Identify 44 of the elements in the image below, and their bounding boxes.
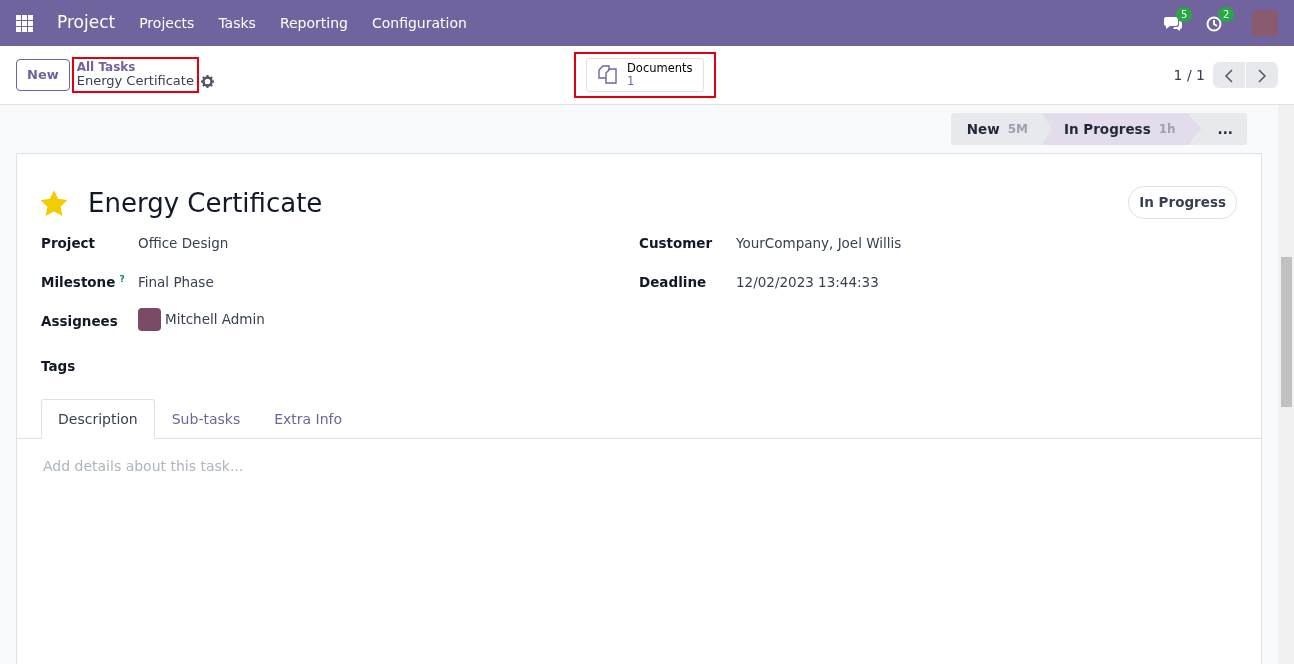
chevron-left-icon: [1225, 68, 1233, 83]
menu-item[interactable]: Reporting: [279, 12, 348, 34]
new-button[interactable]: New: [16, 59, 70, 91]
field-value: Mitchell Admin: [165, 310, 265, 330]
field-label: Tags: [41, 358, 76, 374]
documents-icon: [597, 65, 619, 85]
scrollbar-thumb[interactable]: [1280, 257, 1292, 407]
field-label: Assignees: [41, 313, 118, 329]
status-stage[interactable]: New 5M: [950, 113, 1042, 145]
breadcrumb-current: Energy Certificate: [76, 74, 194, 90]
help-tooltip[interactable]: ?: [119, 273, 125, 284]
field-label: Customer: [639, 235, 713, 251]
menu-item[interactable]: Tasks: [218, 12, 256, 34]
status-stage[interactable]: In Progress 1h: [1042, 113, 1202, 145]
menu-item[interactable]: Configuration: [371, 12, 467, 34]
field-value: Office Design: [138, 234, 229, 253]
field-label: Milestone: [41, 274, 116, 290]
field-value: 12/02/2023 13:44:33: [736, 273, 879, 292]
clock-icon[interactable]: [1206, 15, 1222, 32]
previous-button[interactable]: [1213, 62, 1245, 88]
pager-value: 1 / 1: [1173, 65, 1205, 85]
message-count: 5: [1176, 7, 1193, 23]
status-stage[interactable]: ...: [1201, 113, 1247, 145]
user-avatar: [138, 308, 161, 331]
next-button[interactable]: [1246, 62, 1278, 88]
chat-icon[interactable]: [1164, 15, 1182, 32]
tab[interactable]: Extra Info: [257, 399, 360, 439]
field-label: Project: [41, 235, 96, 251]
field-label: Deadline: [639, 274, 707, 290]
activity-count: 2: [1218, 7, 1235, 23]
field-value: Final Phase: [138, 273, 214, 292]
app-name[interactable]: Project: [57, 10, 116, 36]
settings-icon[interactable]: [200, 75, 214, 89]
breadcrumb-link[interactable]: All Tasks: [76, 60, 194, 75]
star-icon[interactable]: [41, 191, 67, 216]
chevron-right-icon: [1258, 68, 1266, 83]
tab[interactable]: Sub-tasks: [154, 399, 258, 439]
state-badge: In Progress: [1128, 186, 1237, 219]
task-title: Energy Certificate: [88, 187, 323, 220]
menu-item[interactable]: Projects: [139, 12, 195, 34]
field-value: YourCompany, Joel Willis: [736, 234, 902, 253]
tab[interactable]: Description: [41, 399, 155, 439]
documents-button[interactable]: Documents 1: [586, 58, 704, 92]
apps-menu-icon[interactable]: [16, 14, 33, 32]
